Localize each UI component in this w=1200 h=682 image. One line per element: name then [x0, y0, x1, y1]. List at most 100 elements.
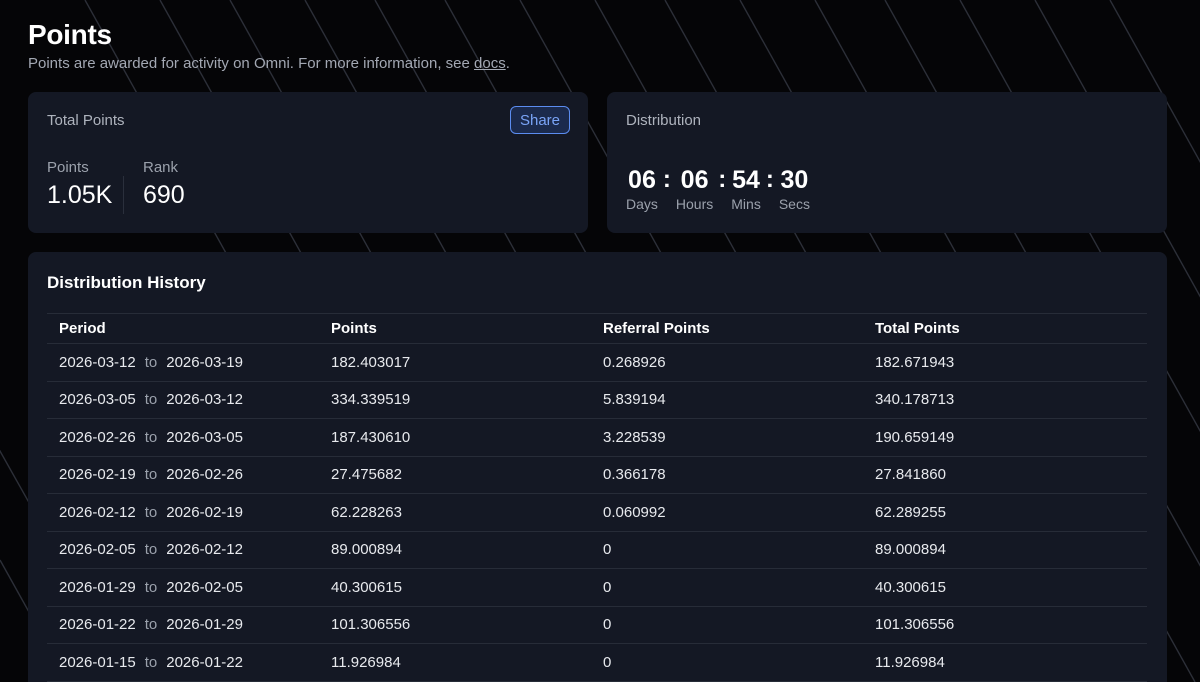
referral-points-cell: 0 — [591, 531, 863, 569]
table-row: 2026-03-12 to 2026-03-19 182.403017 0.2689… — [47, 343, 1147, 382]
total-points-cell: 40.300615 — [863, 568, 1147, 607]
referral-points-cell: 0 — [591, 568, 863, 607]
points-cell: 182.403017 — [319, 343, 591, 382]
column-header-referral-points: Referral Points — [591, 313, 863, 344]
countdown-mins: 54 Mins — [731, 166, 761, 212]
referral-points-cell: 3.228539 — [591, 418, 863, 457]
countdown-mins-value: 54 — [732, 166, 760, 194]
period-cell: 2026-03-05 to 2026-03-12 — [47, 381, 319, 419]
column-header-total-points: Total Points — [863, 313, 1147, 344]
period-connector: to — [144, 616, 158, 634]
period-end: 2026-03-12 — [166, 391, 243, 409]
period-connector: to — [144, 541, 158, 559]
table-header-row: Period Points Referral Points Total Poin… — [47, 313, 1147, 344]
period-connector: to — [144, 428, 158, 446]
distribution-countdown: 06 Days : 06 Hours : 54 Mins : 30 Secs — [626, 166, 810, 212]
period-cell: 2026-01-29 to 2026-02-05 — [47, 568, 319, 607]
table-row: 2026-02-19 to 2026-02-26 27.475682 0.36617… — [47, 456, 1147, 494]
period-start: 2026-02-12 — [59, 503, 136, 521]
table-row: 2026-02-26 to 2026-03-05 187.430610 3.2285… — [47, 418, 1147, 457]
points-cell: 27.475682 — [319, 456, 591, 494]
referral-points-cell: 0.060992 — [591, 493, 863, 532]
distribution-label: Distribution — [626, 112, 702, 129]
referral-points-cell: 5.839194 — [591, 381, 863, 419]
distribution-history-title: Distribution History — [47, 273, 206, 292]
total-points-card: Total Points Share Points 1.05K Rank 690 — [28, 92, 588, 233]
referral-points-cell: 0.366178 — [591, 456, 863, 494]
rank-value: 690 — [143, 181, 185, 209]
column-header-points: Points — [319, 313, 591, 344]
referral-points-cell: 0.268926 — [591, 343, 863, 382]
points-cell: 89.000894 — [319, 531, 591, 569]
countdown-secs: 30 Secs — [779, 166, 810, 212]
period-connector: to — [144, 391, 158, 409]
period-connector: to — [144, 353, 158, 371]
points-value: 1.05K — [47, 181, 113, 209]
period-cell: 2026-02-05 to 2026-02-12 — [47, 531, 319, 569]
period-cell: 2026-01-22 to 2026-01-29 — [47, 606, 319, 644]
period-start: 2026-03-05 — [59, 391, 136, 409]
period-end: 2026-02-19 — [166, 503, 243, 521]
period-cell: 2026-02-19 to 2026-02-26 — [47, 456, 319, 494]
subtitle-period: . — [505, 55, 510, 72]
share-button[interactable]: Share — [509, 106, 570, 134]
table-row: 2026-03-05 to 2026-03-12 334.339519 5.8391… — [47, 381, 1147, 419]
total-points-cell: 11.926984 — [863, 643, 1147, 682]
column-header-period: Period — [47, 313, 319, 344]
page-subtitle: Points are awarded for activity on Omni.… — [28, 55, 510, 72]
total-points-cell: 182.671943 — [863, 343, 1147, 382]
period-end: 2026-02-26 — [166, 466, 243, 484]
countdown-secs-label: Secs — [778, 196, 810, 212]
points-cell: 187.430610 — [319, 418, 591, 457]
period-start: 2026-03-12 — [59, 353, 136, 371]
countdown-hours: 06 Hours — [676, 166, 713, 212]
period-cell: 2026-03-12 to 2026-03-19 — [47, 343, 319, 382]
total-points-cell: 340.178713 — [863, 381, 1147, 419]
period-end: 2026-01-22 — [166, 653, 243, 671]
countdown-days: 06 Days — [626, 166, 658, 212]
points-cell: 101.306556 — [319, 606, 591, 644]
points-cell: 40.300615 — [319, 568, 591, 607]
countdown-secs-value: 30 — [780, 166, 809, 194]
countdown-separator: : — [662, 166, 671, 193]
period-start: 2026-02-05 — [59, 541, 136, 559]
table-row: 2026-01-22 to 2026-01-29 101.306556 0 101.… — [47, 606, 1147, 644]
distribution-history-table: Period Points Referral Points Total Poin… — [47, 313, 1147, 682]
countdown-hours-value: 06 — [680, 166, 709, 194]
period-cell: 2026-01-15 to 2026-01-22 — [47, 643, 319, 682]
countdown-separator: : — [765, 166, 774, 193]
docs-link[interactable]: docs — [474, 55, 506, 72]
period-connector: to — [144, 466, 158, 484]
period-end: 2026-03-05 — [166, 428, 243, 446]
points-label: Points — [47, 159, 89, 176]
period-start: 2026-01-22 — [59, 616, 136, 634]
period-end: 2026-02-12 — [166, 541, 243, 559]
points-stat: Points 1.05K — [47, 159, 112, 210]
subtitle-text: Points are awarded for activity on Omni.… — [28, 55, 475, 72]
referral-points-cell: 0 — [591, 606, 863, 644]
points-page: Points Points are awarded for activity o… — [0, 0, 1200, 682]
points-cell: 334.339519 — [319, 381, 591, 419]
distribution-history-card: Distribution History Period Points Refer… — [28, 252, 1167, 682]
page-title: Points — [28, 19, 112, 50]
period-connector: to — [144, 653, 158, 671]
table-row: 2026-01-29 to 2026-02-05 40.300615 0 40.30… — [47, 568, 1147, 607]
rank-label: Rank — [143, 159, 179, 176]
period-start: 2026-02-26 — [59, 428, 136, 446]
points-cell: 11.926984 — [319, 643, 591, 682]
countdown-days-label: Days — [626, 196, 658, 212]
distribution-card: Distribution 06 Days : 06 Hours : 54 Min… — [607, 92, 1167, 233]
period-end: 2026-02-05 — [166, 578, 243, 596]
rank-stat: Rank 690 — [143, 159, 185, 210]
table-row: 2026-02-12 to 2026-02-19 62.228263 0.06099… — [47, 493, 1147, 532]
total-points-cell: 101.306556 — [863, 606, 1147, 644]
countdown-separator: : — [718, 166, 727, 193]
stat-divider — [123, 176, 124, 214]
countdown-mins-label: Mins — [731, 196, 761, 212]
total-points-cell: 27.841860 — [863, 456, 1147, 494]
total-points-cell: 190.659149 — [863, 418, 1147, 457]
table-row: 2026-01-15 to 2026-01-22 11.926984 0 11.92… — [47, 643, 1147, 682]
period-start: 2026-01-15 — [59, 653, 136, 671]
table-row: 2026-02-05 to 2026-02-12 89.000894 0 89.00… — [47, 531, 1147, 569]
period-connector: to — [144, 503, 158, 521]
